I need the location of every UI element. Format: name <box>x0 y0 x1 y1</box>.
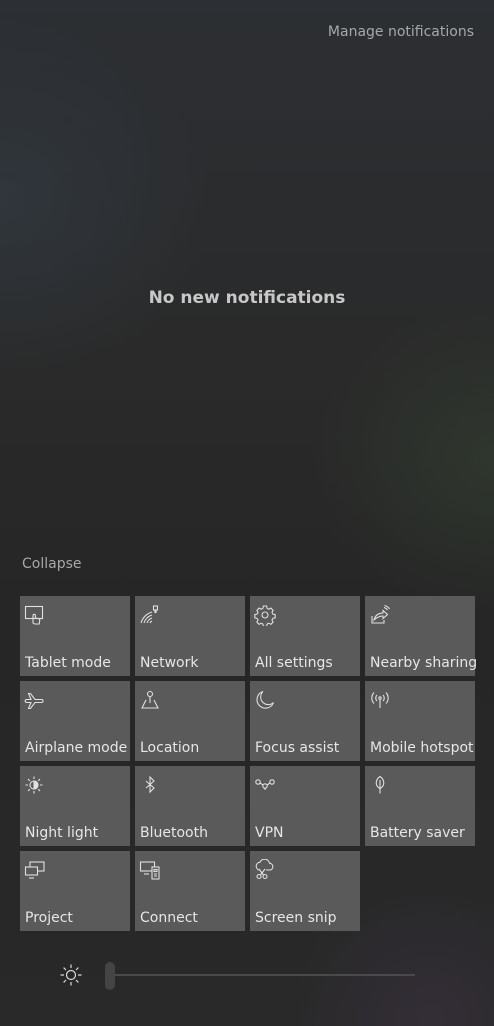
quick-action-airplane-mode[interactable]: Airplane mode <box>20 681 130 761</box>
quick-action-label: Project <box>25 910 73 926</box>
quick-action-label: VPN <box>255 825 284 841</box>
quick-action-bluetooth[interactable]: Bluetooth <box>135 766 245 846</box>
night-light-icon <box>24 774 46 796</box>
collapse-link[interactable]: Collapse <box>22 556 82 572</box>
quick-action-label: Location <box>140 740 200 756</box>
quick-action-night-light[interactable]: Night light <box>20 766 130 846</box>
hotspot-icon <box>369 689 391 711</box>
vpn-icon <box>254 774 276 796</box>
network-icon <box>139 604 161 626</box>
quick-action-label: Screen snip <box>255 910 337 926</box>
quick-action-location[interactable]: Location <box>135 681 245 761</box>
moon-icon <box>254 689 276 711</box>
tablet-mode-icon <box>24 604 46 626</box>
quick-action-screen-snip[interactable]: Screen snip <box>250 851 360 931</box>
brightness-control <box>58 958 438 992</box>
quick-action-label: All settings <box>255 655 333 671</box>
quick-action-project[interactable]: Project <box>20 851 130 931</box>
quick-actions-grid: Tablet mode Network All settings Nearby … <box>20 596 478 931</box>
quick-action-mobile-hotspot[interactable]: Mobile hotspot <box>365 681 475 761</box>
nearby-sharing-icon <box>369 604 391 626</box>
project-icon <box>24 859 46 881</box>
quick-action-label: Focus assist <box>255 740 340 756</box>
quick-action-label: Bluetooth <box>140 825 208 841</box>
connect-icon <box>139 859 161 881</box>
quick-action-network[interactable]: Network <box>135 596 245 676</box>
quick-action-all-settings[interactable]: All settings <box>250 596 360 676</box>
quick-action-label: Nearby sharing <box>370 655 478 671</box>
airplane-icon <box>24 689 46 711</box>
brightness-slider-track[interactable] <box>110 974 415 976</box>
quick-action-label: Mobile hotspot <box>370 740 474 756</box>
quick-action-vpn[interactable]: VPN <box>250 766 360 846</box>
sun-icon <box>58 962 84 988</box>
no-notifications-message: No new notifications <box>148 288 346 308</box>
brightness-slider-thumb[interactable] <box>105 962 115 990</box>
quick-action-battery-saver[interactable]: Battery saver <box>365 766 475 846</box>
screen-snip-icon <box>254 859 276 881</box>
quick-action-label: Night light <box>25 825 99 841</box>
quick-action-label: Network <box>140 655 199 671</box>
leaf-icon <box>369 774 391 796</box>
quick-action-label: Battery saver <box>370 825 465 841</box>
quick-action-tablet-mode[interactable]: Tablet mode <box>20 596 130 676</box>
quick-action-focus-assist[interactable]: Focus assist <box>250 681 360 761</box>
manage-notifications-link[interactable]: Manage notifications <box>328 24 474 40</box>
quick-action-label: Tablet mode <box>25 655 111 671</box>
bluetooth-icon <box>139 774 161 796</box>
quick-action-nearby-sharing[interactable]: Nearby sharing <box>365 596 478 676</box>
location-icon <box>139 689 161 711</box>
quick-action-connect[interactable]: Connect <box>135 851 245 931</box>
gear-icon <box>254 604 276 626</box>
quick-action-label: Connect <box>140 910 198 926</box>
quick-action-label: Airplane mode <box>25 740 128 756</box>
